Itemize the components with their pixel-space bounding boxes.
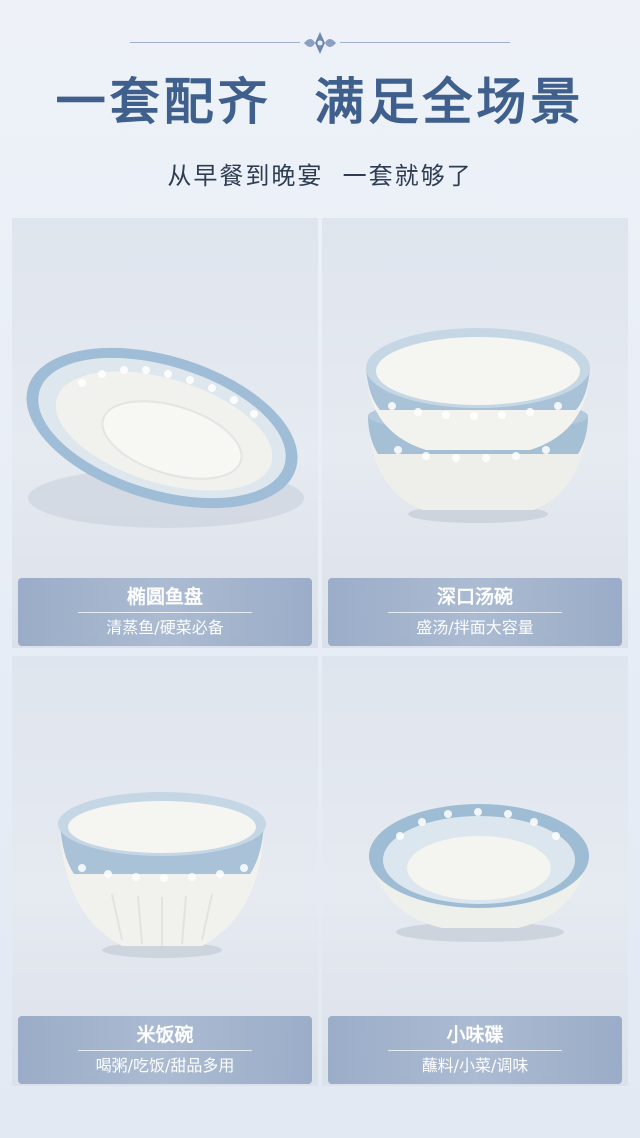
product-name: 深口汤碗 (436, 586, 513, 608)
product-name: 米饭碗 (136, 1024, 194, 1046)
product-card-soup-bowl[interactable]: 深口汤碗 盛汤/拌面大容量 (322, 218, 628, 648)
product-card-sauce-dish[interactable]: 小味碟 蘸料/小菜/调味 (322, 656, 628, 1086)
product-label: 米饭碗 喝粥/吃饭/甜品多用 (18, 1016, 312, 1084)
label-divider (78, 1050, 252, 1051)
label-divider (388, 612, 562, 613)
header-ornament (0, 30, 640, 56)
product-card-rice-bowl[interactable]: 米饭碗 喝粥/吃饭/甜品多用 (12, 656, 318, 1086)
product-desc: 蘸料/小菜/调味 (421, 1056, 529, 1075)
product-desc: 喝粥/吃饭/甜品多用 (95, 1056, 235, 1075)
product-desc: 盛汤/拌面大容量 (416, 618, 534, 637)
ornament-line-left (130, 42, 300, 43)
page-subtitle: 从早餐到晚宴 一套就够了 (167, 162, 473, 190)
ornament-line-right (340, 42, 510, 43)
label-divider (388, 1050, 562, 1051)
product-label: 小味碟 蘸料/小菜/调味 (328, 1016, 622, 1084)
product-label: 深口汤碗 盛汤/拌面大容量 (328, 578, 622, 646)
product-name: 小味碟 (446, 1024, 504, 1046)
label-divider (78, 612, 252, 613)
floral-ornament-icon (304, 32, 336, 54)
product-name: 椭圆鱼盘 (126, 586, 203, 608)
page-title: 一套配齐 满足全场景 (55, 72, 585, 131)
product-desc: 清蒸鱼/硬菜必备 (106, 618, 224, 637)
product-card-oval-plate[interactable]: 椭圆鱼盘 清蒸鱼/硬菜必备 (12, 218, 318, 648)
product-label: 椭圆鱼盘 清蒸鱼/硬菜必备 (18, 578, 312, 646)
